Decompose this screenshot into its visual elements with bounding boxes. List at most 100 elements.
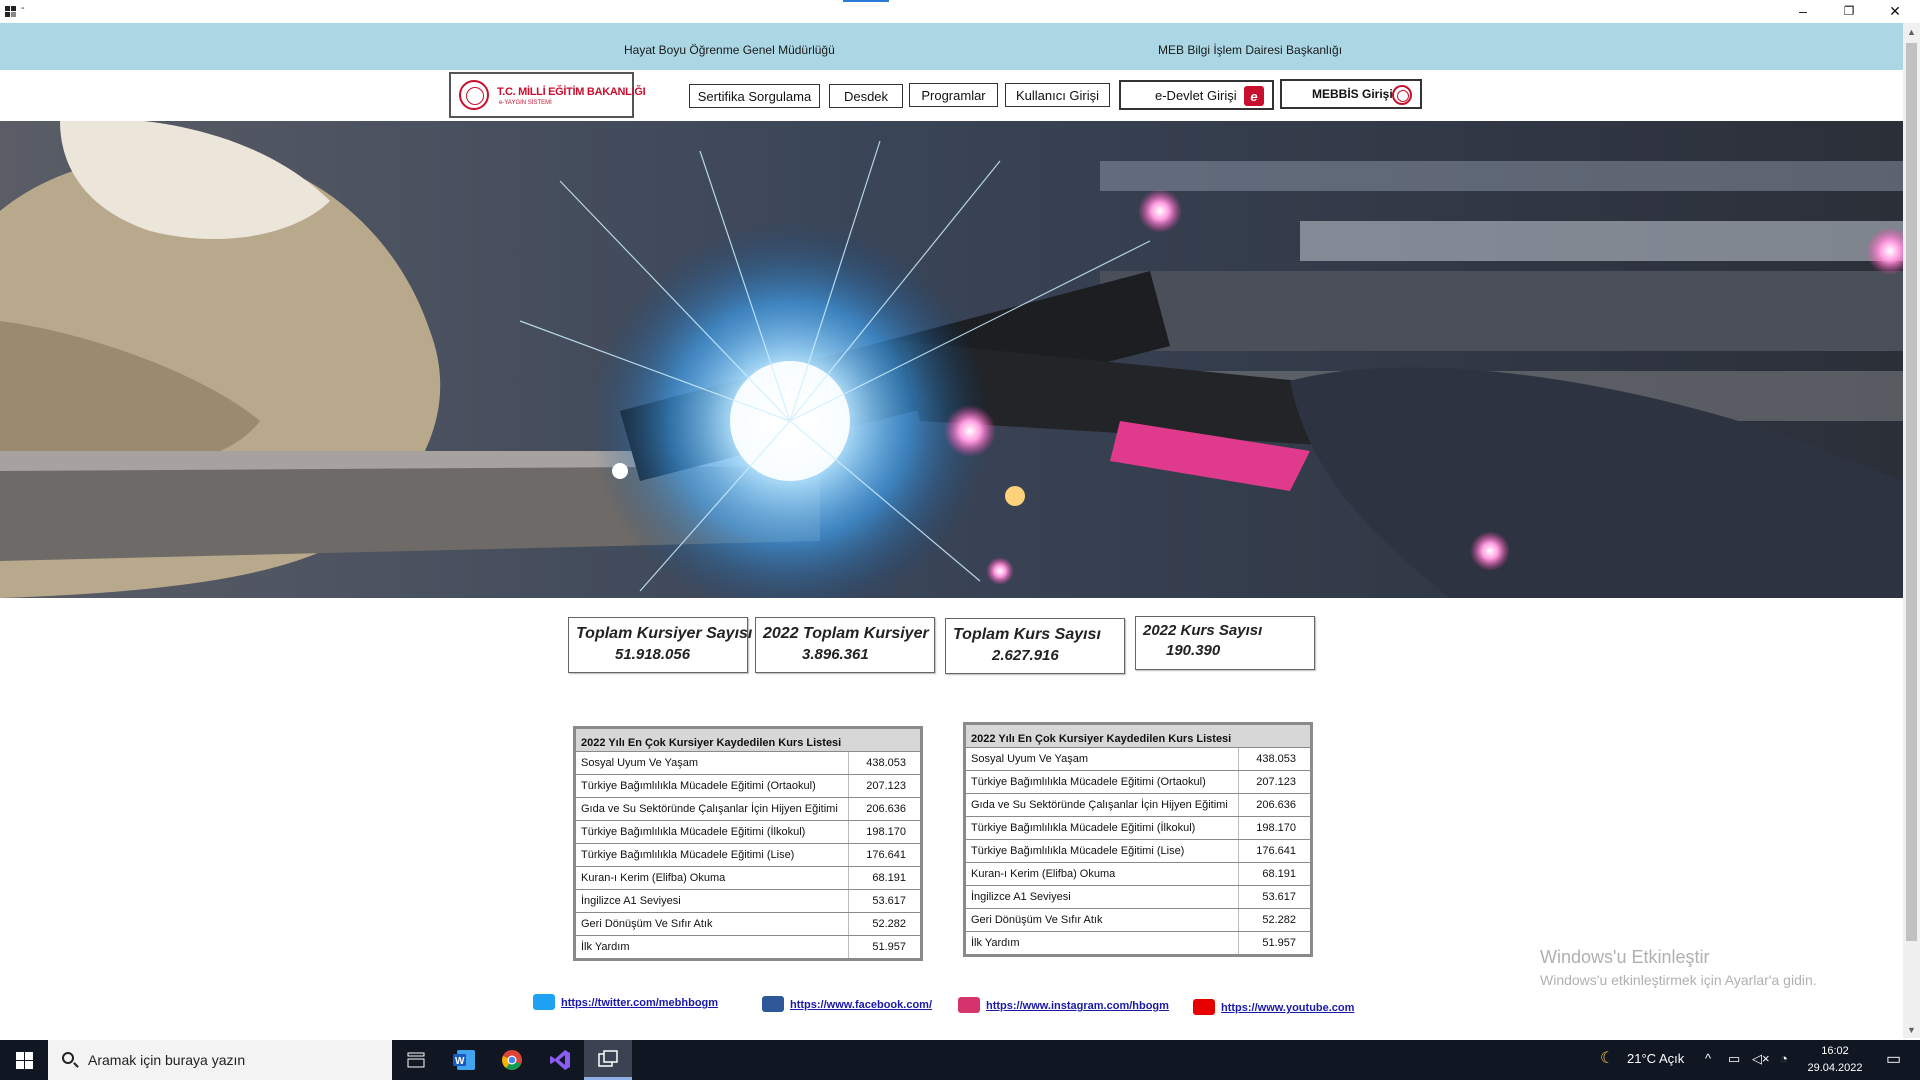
course-count: 52.282 xyxy=(1262,914,1296,926)
logo-subtitle: e-YAYGIN SİSTEMİ xyxy=(499,100,552,106)
meb-seal-icon xyxy=(459,80,489,110)
column-divider xyxy=(1238,863,1239,885)
taskbar-search-box[interactable]: Aramak için buraya yazın xyxy=(48,1040,392,1080)
course-name: Sosyal Uyum Ve Yaşam xyxy=(971,753,1088,765)
course-count: 53.617 xyxy=(872,895,906,907)
twitter-icon xyxy=(533,994,555,1010)
close-button[interactable]: ✕ xyxy=(1872,0,1918,22)
column-divider xyxy=(848,913,849,935)
active-tab-indicator xyxy=(843,0,889,2)
course-count: 68.191 xyxy=(872,872,906,884)
restore-button[interactable]: ❐ xyxy=(1826,0,1872,22)
course-name: Türkiye Bağımlılıkla Mücadele Eğitimi (O… xyxy=(581,780,816,792)
course-name: Geri Dönüşüm Ve Sıfır Atık xyxy=(581,918,713,930)
table-row: Kuran-ı Kerim (Elifba) Okuma 68.191 xyxy=(966,863,1310,885)
minimize-button[interactable]: – xyxy=(1780,0,1826,22)
chevron-up-icon[interactable]: ^ xyxy=(1705,1051,1711,1066)
word-icon[interactable]: W xyxy=(440,1040,488,1080)
instagram-link-text: https://www.instagram.com/hbogm xyxy=(986,1000,1169,1012)
vertical-scrollbar[interactable]: ▲ ▼ xyxy=(1903,23,1920,1038)
column-divider xyxy=(848,752,849,774)
course-count: 207.123 xyxy=(1256,776,1296,788)
kurs-list-table-left: 2022 Yılı En Çok Kursiyer Kaydedilen Kur… xyxy=(573,726,923,961)
windows-start-icon[interactable] xyxy=(0,1040,48,1080)
twitter-link[interactable]: https://twitter.com/mebhbogm xyxy=(533,994,718,1010)
network-icon[interactable]: ▭ xyxy=(1728,1051,1740,1067)
course-count: 53.617 xyxy=(1262,891,1296,903)
course-name: Kuran-ı Kerim (Elifba) Okuma xyxy=(581,872,726,884)
title-dash: - xyxy=(21,2,25,14)
column-divider xyxy=(1238,932,1239,954)
course-count: 52.282 xyxy=(872,918,906,930)
task-view-icon[interactable] xyxy=(392,1040,440,1080)
course-count: 198.170 xyxy=(1256,822,1296,834)
table-row: Türkiye Bağımlılıkla Mücadele Eğitimi (İ… xyxy=(576,821,920,843)
course-name: İngilizce A1 Seviyesi xyxy=(971,891,1071,903)
facebook-link[interactable]: https://www.facebook.com/ xyxy=(762,996,932,1012)
course-name: Türkiye Bağımlılıkla Mücadele Eğitimi (L… xyxy=(971,845,1185,857)
moon-icon[interactable]: ☾ xyxy=(1600,1048,1614,1068)
logo-title: T.C. MİLLİ EĞİTİM BAKANLIĞI xyxy=(497,86,646,98)
course-name: Türkiye Bağımlılıkla Mücadele Eğitimi (O… xyxy=(971,776,1206,788)
meb-logo[interactable]: T.C. MİLLİ EĞİTİM BAKANLIĞI e-YAYGIN SİS… xyxy=(449,72,646,118)
stat-label: 2022 Kurs Sayısı xyxy=(1143,622,1263,639)
activation-watermark-subtitle: Windows'u etkinleştirmek için Ayarlar'a … xyxy=(1540,972,1817,988)
youtube-link[interactable]: https://www.youtube.com xyxy=(1193,999,1354,1015)
table-row: Geri Dönüşüm Ve Sıfır Atık 52.282 xyxy=(966,909,1310,931)
scroll-up-icon[interactable]: ▲ xyxy=(1903,23,1920,40)
column-divider xyxy=(1238,886,1239,908)
header-band: Hayat Boyu Öğrenme Genel Müdürlüğü MEB B… xyxy=(0,23,1903,70)
course-count: 207.123 xyxy=(866,780,906,792)
column-divider xyxy=(1238,748,1239,770)
desdek-button[interactable]: Desdek xyxy=(829,84,903,108)
activation-watermark-title: Windows'u Etkinleştir xyxy=(1540,947,1710,967)
course-name: Geri Dönüşüm Ve Sıfır Atık xyxy=(971,914,1103,926)
wifi-icon[interactable]: ◔ xyxy=(1780,1051,1788,1066)
facebook-link-text: https://www.facebook.com/ xyxy=(790,999,932,1011)
taskbar-clock[interactable]: 16:02 29.04.2022 xyxy=(1805,1043,1865,1077)
table-row: Gıda ve Su Sektöründe Çalışanlar İçin Hi… xyxy=(576,798,920,820)
edevlet-girisi-button[interactable]: e-Devlet Girişi e xyxy=(1119,80,1274,110)
table-row: İngilizce A1 Seviyesi 53.617 xyxy=(576,890,920,912)
svg-text:W: W xyxy=(455,1056,465,1067)
column-divider xyxy=(848,798,849,820)
scrollbar-thumb[interactable] xyxy=(1906,43,1917,941)
stat-label: Toplam Kurs Sayısı xyxy=(953,626,1101,643)
stat-label: 2022 Toplam Kursiyer xyxy=(763,625,929,642)
notification-icon[interactable]: ▭ xyxy=(1886,1049,1901,1069)
sertifika-sorgulama-button[interactable]: Sertifika Sorgulama xyxy=(689,84,820,108)
app-icon[interactable] xyxy=(5,6,16,17)
course-count: 68.191 xyxy=(1262,868,1296,880)
clock-date: 29.04.2022 xyxy=(1807,1062,1863,1074)
table-row: Türkiye Bağımlılıkla Mücadele Eğitimi (L… xyxy=(966,840,1310,862)
table-row: İlk Yardım 51.957 xyxy=(966,932,1310,954)
stat-value: 3.896.361 xyxy=(802,646,869,663)
weather-text[interactable]: 21°C Açık xyxy=(1627,1051,1684,1066)
edevlet-label: e-Devlet Girişi xyxy=(1155,87,1237,103)
chrome-icon[interactable] xyxy=(488,1040,536,1080)
programlar-button[interactable]: Programlar xyxy=(909,83,998,107)
column-divider xyxy=(1238,817,1239,839)
scroll-down-icon[interactable]: ▼ xyxy=(1903,1021,1920,1038)
visual-studio-icon[interactable] xyxy=(536,1040,584,1080)
course-count: 198.170 xyxy=(866,826,906,838)
remote-desktop-icon[interactable] xyxy=(584,1040,632,1080)
course-count: 51.957 xyxy=(872,941,906,953)
course-name: Gıda ve Su Sektöründe Çalışanlar İçin Hi… xyxy=(581,803,838,815)
kullanici-girisi-button[interactable]: Kullanıcı Girişi xyxy=(1005,83,1110,107)
course-name: Türkiye Bağımlılıkla Mücadele Eğitimi (L… xyxy=(581,849,795,861)
instagram-link[interactable]: https://www.instagram.com/hbogm xyxy=(958,997,1169,1013)
course-name: Türkiye Bağımlılıkla Mücadele Eğitimi (İ… xyxy=(581,826,806,838)
stat-card: Toplam Kurs Sayısı 2.627.916 xyxy=(945,618,1125,674)
youtube-link-text: https://www.youtube.com xyxy=(1221,1002,1355,1014)
course-name: İngilizce A1 Seviyesi xyxy=(581,895,681,907)
mebbis-seal-icon xyxy=(1392,85,1412,105)
youtube-icon xyxy=(1193,999,1215,1015)
table-row: Gıda ve Su Sektöründe Çalışanlar İçin Hi… xyxy=(966,794,1310,816)
stat-card: 2022 Toplam Kursiyer 3.896.361 xyxy=(755,617,935,673)
mebbis-girisi-button[interactable]: MEBBİS Girişi xyxy=(1280,79,1422,109)
edevlet-icon: e xyxy=(1244,86,1264,106)
table-row: Kuran-ı Kerim (Elifba) Okuma 68.191 xyxy=(576,867,920,889)
speaker-muted-icon[interactable]: ◁× xyxy=(1752,1051,1770,1067)
course-name: Türkiye Bağımlılıkla Mücadele Eğitimi (İ… xyxy=(971,822,1196,834)
